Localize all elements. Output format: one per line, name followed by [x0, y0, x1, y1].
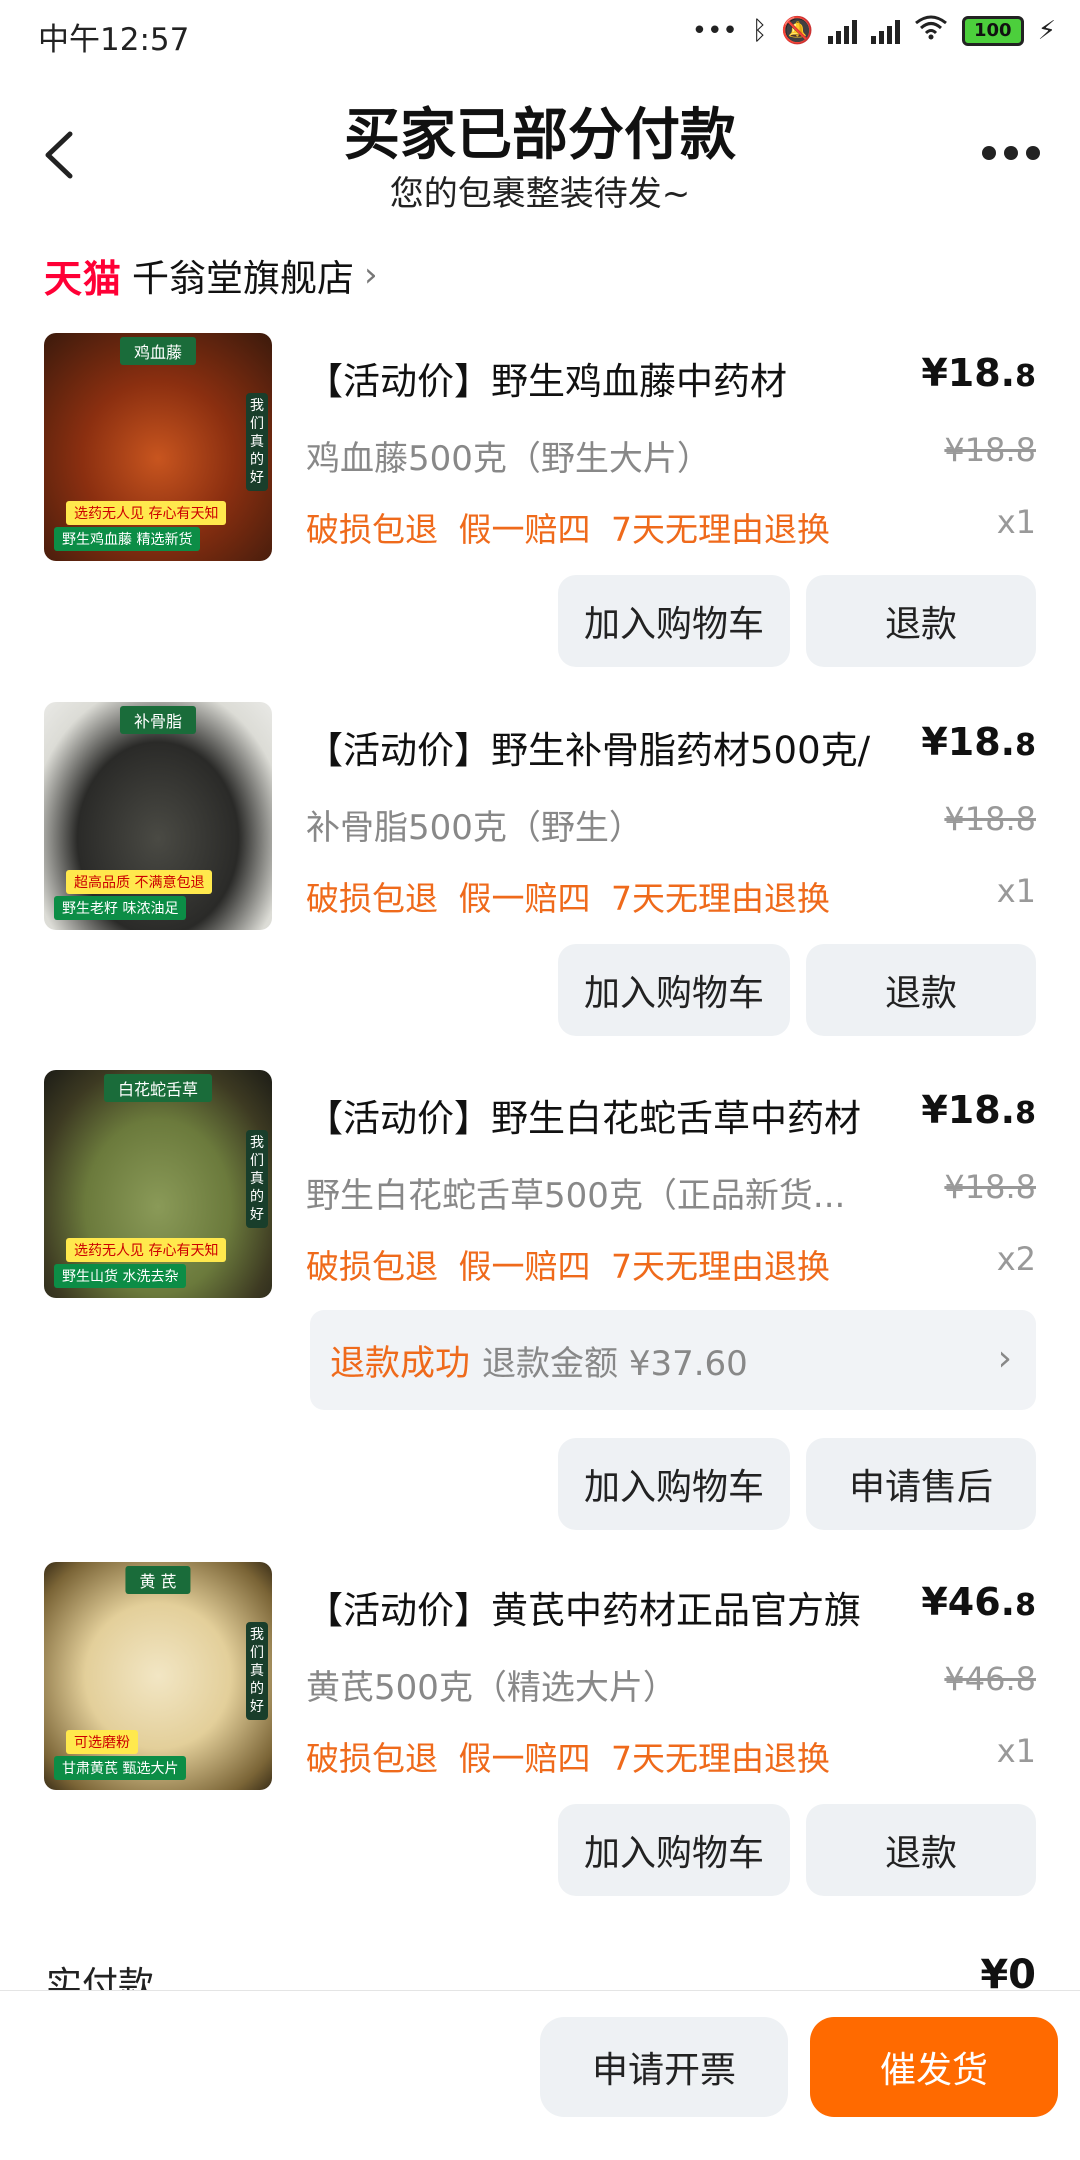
product-image[interactable]: 鸡血藤 我们真的好 选药无人见 存心有天知 野生鸡血藤 精选新货 — [44, 333, 272, 561]
product-image[interactable]: 白花蛇舌草 我们真的好 选药无人见 存心有天知 野生山货 水洗去杂 — [44, 1070, 272, 1298]
image-tag-secondary: 可选磨粉 — [66, 1730, 138, 1754]
product-spec: 黄芪500克（精选大片） — [306, 1668, 677, 1708]
charging-icon: ⚡ — [1037, 15, 1056, 46]
order-item: 补骨脂 超高品质 不满意包退 野生老籽 味浓油足 【活动价】野生补骨脂药材500… — [0, 702, 1080, 1042]
add-to-cart-button[interactable]: 加入购物车 — [558, 1438, 790, 1530]
add-to-cart-button[interactable]: 加入购物车 — [558, 944, 790, 1036]
original-price: ¥46.8 — [944, 1660, 1036, 1698]
request-invoice-button[interactable]: 申请开票 — [540, 2017, 788, 2117]
image-label: 鸡血藤 — [119, 337, 197, 365]
refund-button[interactable]: 退款 — [806, 944, 1036, 1036]
page-subtitle: 您的包裹整装待发~ — [389, 174, 691, 214]
chevron-right-icon: › — [997, 1338, 1012, 1379]
image-tag-secondary: 选药无人见 存心有天知 — [66, 1238, 227, 1262]
original-price: ¥18.8 — [944, 800, 1036, 838]
add-to-cart-button[interactable]: 加入购物车 — [558, 1804, 790, 1896]
quantity: x1 — [996, 872, 1036, 910]
dot-icon — [1004, 146, 1018, 160]
after-sales-button[interactable]: 申请售后 — [806, 1438, 1036, 1530]
header: 买家已部分付款 您的包裹整装待发~ — [0, 80, 1080, 220]
image-side-text: 我们真的好 — [246, 1130, 268, 1228]
product-price: ¥18.8 — [921, 720, 1036, 764]
product-spec: 野生白花蛇舌草500克（正品新货... — [306, 1176, 846, 1216]
image-side-text: 我们真的好 — [246, 1622, 268, 1720]
product-price: ¥18.8 — [921, 1088, 1036, 1132]
guarantee-text: 破损包退 假一赔四 7天无理由退换 — [306, 1247, 830, 1286]
more-options-button[interactable] — [982, 146, 1040, 160]
order-item: 黄 芪 我们真的好 可选磨粉 甘肃黄芪 甄选大片 【活动价】黄芪中药材正品官方旗… — [0, 1562, 1080, 1902]
image-label: 补骨脂 — [119, 706, 197, 734]
image-label: 黄 芪 — [125, 1566, 191, 1594]
refund-amount: 退款金额 ¥37.60 — [482, 1343, 748, 1384]
refund-status: 退款成功 — [330, 1343, 471, 1384]
image-side-text: 我们真的好 — [246, 393, 268, 491]
bluetooth-icon: ᛒ — [751, 15, 768, 46]
refund-button[interactable]: 退款 — [806, 1804, 1036, 1896]
image-tag: 野生山货 水洗去杂 — [54, 1264, 187, 1288]
original-price: ¥18.8 — [944, 431, 1036, 469]
signal-icon — [827, 18, 857, 44]
shop-link[interactable]: 天猫 千翁堂旗舰店 › — [44, 250, 378, 301]
status-bar: 中午12:57 ••• ᛒ 🔕 100 ⚡ — [0, 0, 1080, 66]
wifi-icon — [914, 14, 948, 47]
image-tag-secondary: 超高品质 不满意包退 — [66, 870, 213, 894]
bottom-action-bar: 申请开票 催发货 @中谷路师 in house086 — [0, 1990, 1080, 2160]
urge-shipment-button[interactable]: 催发货 — [810, 2017, 1058, 2117]
order-item: 白花蛇舌草 我们真的好 选药无人见 存心有天知 野生山货 水洗去杂 【活动价】野… — [0, 1070, 1080, 1540]
quantity: x1 — [996, 1732, 1036, 1770]
product-price: ¥18.8 — [921, 351, 1036, 395]
product-spec: 鸡血藤500克（野生大片） — [306, 439, 711, 479]
product-image[interactable]: 黄 芪 我们真的好 可选磨粉 甘肃黄芪 甄选大片 — [44, 1562, 272, 1790]
image-tag: 野生老籽 味浓油足 — [54, 896, 187, 920]
dot-icon — [1026, 146, 1040, 160]
product-image[interactable]: 补骨脂 超高品质 不满意包退 野生老籽 味浓油足 — [44, 702, 272, 930]
status-icons: ••• ᛒ 🔕 100 ⚡ — [692, 14, 1056, 47]
guarantee-text: 破损包退 假一赔四 7天无理由退换 — [306, 879, 830, 918]
original-price: ¥18.8 — [944, 1168, 1036, 1206]
battery-icon: 100 — [961, 15, 1024, 46]
quantity: x2 — [996, 1240, 1036, 1278]
refund-status-row[interactable]: 退款成功 退款金额 ¥37.60 › — [310, 1310, 1036, 1410]
product-spec: 补骨脂500克（野生） — [306, 808, 643, 848]
tmall-logo: 天猫 — [44, 256, 123, 301]
mute-icon: 🔕 — [781, 15, 814, 46]
dot-icon — [982, 146, 996, 160]
add-to-cart-button[interactable]: 加入购物车 — [558, 575, 790, 667]
image-tag: 野生鸡血藤 精选新货 — [54, 527, 201, 551]
image-tag-secondary: 选药无人见 存心有天知 — [66, 501, 227, 525]
status-time: 中午12:57 — [38, 22, 190, 58]
more-dots-icon: ••• — [691, 15, 738, 46]
product-name[interactable]: 【活动价】野生补骨脂药材500克/ — [306, 720, 916, 774]
refund-button[interactable]: 退款 — [806, 575, 1036, 667]
image-label: 白花蛇舌草 — [103, 1074, 213, 1102]
guarantee-text: 破损包退 假一赔四 7天无理由退换 — [306, 510, 830, 549]
watermark: @中谷路师 in house086 — [715, 2118, 1060, 2153]
image-tag: 甘肃黄芪 甄选大片 — [54, 1756, 187, 1780]
product-name[interactable]: 【活动价】野生鸡血藤中药材 — [306, 351, 916, 405]
quantity: x1 — [996, 503, 1036, 541]
guarantee-text: 破损包退 假一赔四 7天无理由退换 — [306, 1739, 830, 1778]
product-name[interactable]: 【活动价】野生白花蛇舌草中药材 — [306, 1088, 916, 1142]
chevron-right-icon: › — [364, 255, 378, 295]
page-title: 买家已部分付款 — [344, 103, 736, 168]
order-item: 鸡血藤 我们真的好 选药无人见 存心有天知 野生鸡血藤 精选新货 【活动价】野生… — [0, 333, 1080, 673]
signal-hd-icon — [870, 18, 900, 44]
product-name[interactable]: 【活动价】黄芪中药材正品官方旗 — [306, 1580, 916, 1634]
product-price: ¥46.8 — [921, 1580, 1036, 1624]
shop-name: 千翁堂旗舰店 — [132, 257, 355, 300]
